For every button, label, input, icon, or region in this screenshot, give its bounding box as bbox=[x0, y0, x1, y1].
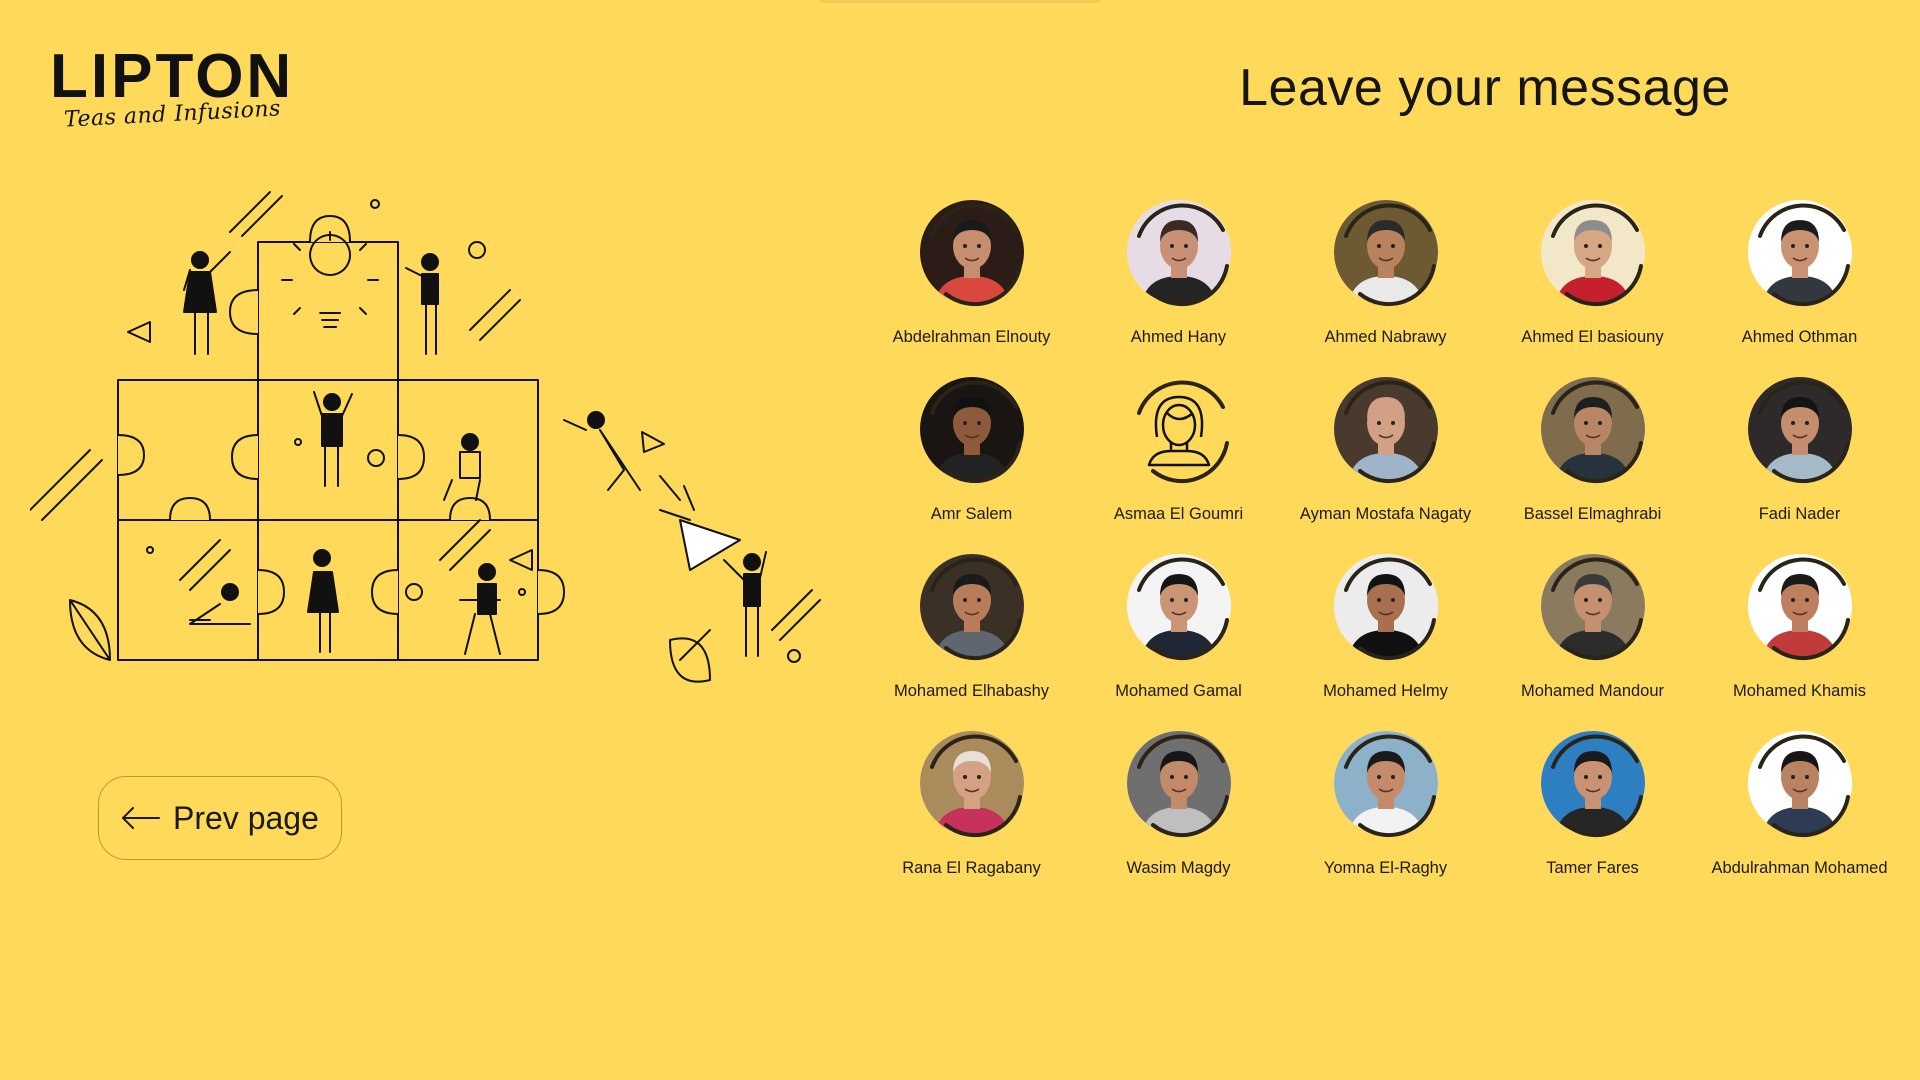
member-name: Ayman Mostafa Nagaty bbox=[1299, 505, 1472, 523]
team-member-card[interactable]: Rana El Ragabany bbox=[868, 727, 1075, 897]
avatar bbox=[1744, 373, 1856, 485]
page-title: Leave your message bbox=[1239, 59, 1731, 117]
avatar-ring bbox=[1757, 203, 1850, 306]
member-name: Mohamed Elhabashy bbox=[893, 682, 1049, 700]
avatar-ring bbox=[1136, 557, 1229, 660]
member-name: Wasim Magdy bbox=[1126, 859, 1231, 877]
avatar-ring bbox=[1757, 557, 1850, 660]
avatar bbox=[916, 550, 1028, 662]
team-member-card[interactable]: Abdulrahman Mohamed bbox=[1696, 727, 1903, 897]
member-name: Asmaa El Goumri bbox=[1113, 505, 1244, 523]
member-name: Rana El Ragabany bbox=[902, 859, 1041, 877]
avatar bbox=[1537, 727, 1649, 839]
lipton-logo: LIPTON Teas and Infusions bbox=[50, 46, 291, 136]
member-name: Tamer Fares bbox=[1546, 859, 1639, 877]
avatar-ring bbox=[1343, 203, 1436, 306]
avatar-ring bbox=[929, 557, 1022, 660]
teamwork-puzzle-illustration bbox=[30, 191, 821, 683]
avatar-ring bbox=[929, 203, 1022, 306]
member-name: Ahmed El basiouny bbox=[1521, 328, 1664, 346]
team-member-card[interactable]: Mohamed Helmy bbox=[1282, 550, 1489, 720]
prev-page-button[interactable]: Prev page bbox=[98, 776, 342, 860]
member-name: Mohamed Gamal bbox=[1115, 682, 1242, 700]
team-member-card[interactable]: Mohamed Elhabashy bbox=[868, 550, 1075, 720]
avatar-ring bbox=[1136, 380, 1229, 483]
prev-page-label: Prev page bbox=[173, 799, 319, 836]
member-name: Ahmed Othman bbox=[1741, 328, 1858, 346]
avatar-ring bbox=[1343, 734, 1436, 837]
avatar bbox=[1123, 550, 1235, 662]
avatar bbox=[1123, 196, 1235, 308]
member-name: Yomna El-Raghy bbox=[1323, 859, 1448, 877]
avatar-ring bbox=[1757, 734, 1850, 837]
avatar bbox=[1537, 550, 1649, 662]
avatar bbox=[1330, 196, 1442, 308]
team-member-card[interactable]: Ahmed Nabrawy bbox=[1282, 196, 1489, 366]
avatar bbox=[1123, 373, 1235, 485]
team-member-card[interactable]: Mohamed Khamis bbox=[1696, 550, 1903, 720]
team-member-card[interactable]: Abdelrahman Elnouty bbox=[868, 196, 1075, 366]
avatar-ring bbox=[1550, 557, 1643, 660]
avatar-ring bbox=[1343, 380, 1436, 483]
team-member-card[interactable]: Ahmed El basiouny bbox=[1489, 196, 1696, 366]
team-member-card[interactable]: Bassel Elmaghrabi bbox=[1489, 373, 1696, 543]
avatar bbox=[1537, 373, 1649, 485]
avatar-ring bbox=[1136, 734, 1229, 837]
team-member-card[interactable]: Ahmed Othman bbox=[1696, 196, 1903, 366]
avatar-ring bbox=[1550, 734, 1643, 837]
avatar bbox=[916, 373, 1028, 485]
avatar bbox=[1744, 196, 1856, 308]
member-name: Mohamed Khamis bbox=[1733, 682, 1866, 700]
avatar-ring bbox=[1757, 380, 1850, 483]
avatar bbox=[1330, 373, 1442, 485]
team-member-card[interactable]: Asmaa El Goumri bbox=[1075, 373, 1282, 543]
top-edge-shadow bbox=[820, 0, 1100, 3]
member-name: Mohamed Helmy bbox=[1323, 682, 1448, 700]
avatar-ring bbox=[1343, 557, 1436, 660]
avatar bbox=[1537, 196, 1649, 308]
member-name: Ahmed Nabrawy bbox=[1324, 328, 1447, 346]
member-name: Abdelrahman Elnouty bbox=[892, 328, 1051, 346]
avatar bbox=[1744, 727, 1856, 839]
team-member-card[interactable]: Amr Salem bbox=[868, 373, 1075, 543]
member-name: Fadi Nader bbox=[1758, 505, 1841, 523]
avatar bbox=[1330, 550, 1442, 662]
member-name: Abdulrahman Mohamed bbox=[1711, 859, 1888, 877]
avatar bbox=[1744, 550, 1856, 662]
team-member-card[interactable]: Tamer Fares bbox=[1489, 727, 1696, 897]
arrow-left-icon bbox=[122, 807, 160, 829]
team-member-card[interactable]: Mohamed Mandour bbox=[1489, 550, 1696, 720]
avatar-ring bbox=[1550, 203, 1643, 306]
member-name: Amr Salem bbox=[930, 505, 1013, 523]
avatar bbox=[1330, 727, 1442, 839]
team-member-card[interactable]: Ayman Mostafa Nagaty bbox=[1282, 373, 1489, 543]
team-member-card[interactable]: Wasim Magdy bbox=[1075, 727, 1282, 897]
team-member-card[interactable]: Yomna El-Raghy bbox=[1282, 727, 1489, 897]
member-name: Bassel Elmaghrabi bbox=[1523, 505, 1662, 523]
avatar-ring bbox=[929, 734, 1022, 837]
avatar bbox=[1123, 727, 1235, 839]
member-name: Mohamed Mandour bbox=[1520, 682, 1665, 700]
team-member-card[interactable]: Ahmed Hany bbox=[1075, 196, 1282, 366]
member-name: Ahmed Hany bbox=[1130, 328, 1227, 346]
avatar bbox=[916, 727, 1028, 839]
avatar-ring bbox=[1550, 380, 1643, 483]
team-member-card[interactable]: Fadi Nader bbox=[1696, 373, 1903, 543]
team-member-grid: Abdelrahman Elnouty Ahmed Hany Ahmed Nabra… bbox=[868, 196, 1903, 896]
avatar-ring bbox=[929, 380, 1022, 483]
avatar-ring bbox=[1136, 203, 1229, 306]
avatar bbox=[916, 196, 1028, 308]
team-member-card[interactable]: Mohamed Gamal bbox=[1075, 550, 1282, 720]
